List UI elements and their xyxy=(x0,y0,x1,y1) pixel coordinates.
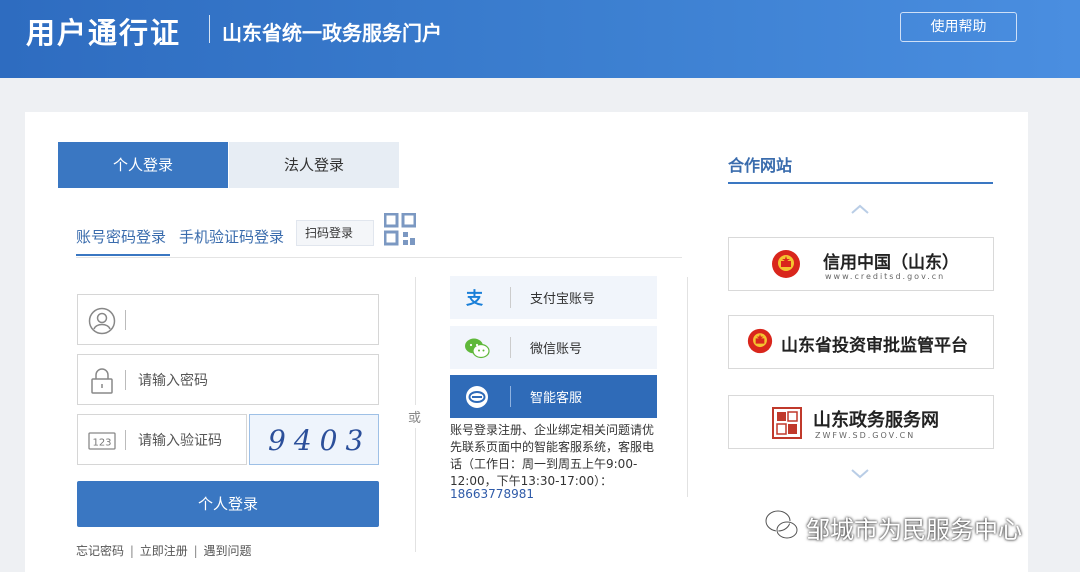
captcha-placeholder: 请输入验证码 xyxy=(138,433,222,449)
smart-service-button[interactable]: 智能客服 xyxy=(450,375,657,418)
field-divider xyxy=(125,430,126,450)
alt-divider xyxy=(510,337,511,358)
service-phone[interactable]: 18663778981 xyxy=(450,487,534,501)
partner-sd-gov-service[interactable]: 山东政务服务网 ZWFW.SD.GOV.CN xyxy=(728,395,994,449)
forgot-password-link[interactable]: 忘记密码 xyxy=(76,544,124,558)
register-link[interactable]: 立即注册 xyxy=(140,544,188,558)
tab-divider xyxy=(76,257,682,258)
field-divider xyxy=(125,370,126,390)
chevron-down-icon[interactable] xyxy=(849,467,871,481)
partner-divider-line xyxy=(687,277,688,497)
captcha-field[interactable]: 123 请输入验证码 xyxy=(77,414,247,465)
help-links: 忘记密码 | 立即注册 | 遇到问题 xyxy=(76,542,251,559)
wechat-watermark-icon xyxy=(764,509,799,540)
wechat-login-button[interactable]: 微信账号 xyxy=(450,326,657,369)
wechat-icon xyxy=(465,338,490,359)
partner-name: 山东政务服务网 xyxy=(813,410,939,431)
tab-personal-login[interactable]: 个人登录 xyxy=(58,142,228,188)
field-divider xyxy=(125,310,126,330)
smart-service-label: 智能客服 xyxy=(530,391,583,406)
alipay-label: 支付宝账号 xyxy=(530,292,596,307)
link-separator: | xyxy=(193,544,198,558)
partner-title-underline xyxy=(728,182,993,184)
partner-sites-title: 合作网站 xyxy=(728,156,793,175)
portal-subtitle: 山东省统一政务服务门户 xyxy=(222,21,442,45)
help-button[interactable]: 使用帮助 xyxy=(900,12,1017,42)
brand-divider xyxy=(209,15,210,43)
partner-name: 山东省投资审批监管平台 xyxy=(781,336,968,356)
partner-investment-platform[interactable]: 山东省投资审批监管平台 xyxy=(728,315,994,369)
customer-service-icon xyxy=(466,386,488,408)
user-icon xyxy=(88,307,116,335)
sd-gov-service-logo-icon xyxy=(772,407,802,439)
national-emblem-icon xyxy=(747,328,773,354)
tab-scan-login[interactable]: 扫码登录 xyxy=(296,220,374,246)
svg-text:123: 123 xyxy=(92,438,111,449)
username-field[interactable] xyxy=(77,294,379,345)
login-submit-button[interactable]: 个人登录 xyxy=(77,481,379,527)
tab-account-password[interactable]: 账号密码登录 xyxy=(76,226,166,247)
service-note: 账号登录注册、企业绑定相关问题请优先联系页面中的智能客服系统，客服电话（工作日：… xyxy=(450,423,655,488)
header-bar: 用户通行证 山东省统一政务服务门户 使用帮助 xyxy=(0,0,1080,78)
watermark-text: 邹城市为民服务中心 xyxy=(806,516,1022,544)
partner-url: www.creditsd.gov.cn xyxy=(825,272,946,281)
captcha-code: 9403 xyxy=(268,424,372,457)
qr-code-icon[interactable] xyxy=(384,213,416,247)
brand-title: 用户通行证 xyxy=(26,16,182,50)
tab-mobile-code[interactable]: 手机验证码登录 xyxy=(179,226,284,247)
problem-link[interactable]: 遇到问题 xyxy=(203,544,251,558)
wechat-label: 微信账号 xyxy=(530,342,583,357)
national-emblem-icon xyxy=(772,250,800,278)
alipay-icon: 支 xyxy=(466,288,484,309)
alt-divider xyxy=(510,287,511,308)
tab-corporate-login[interactable]: 法人登录 xyxy=(229,142,399,188)
alipay-login-button[interactable]: 支 支付宝账号 xyxy=(450,276,657,319)
or-label: 或 xyxy=(408,405,422,428)
alt-divider xyxy=(510,386,511,407)
link-separator: | xyxy=(129,544,134,558)
svg-text:支: 支 xyxy=(466,288,484,309)
captcha-123-icon: 123 xyxy=(88,432,116,450)
password-placeholder: 请输入密码 xyxy=(138,373,208,389)
password-field[interactable]: 请输入密码 xyxy=(77,354,379,405)
lock-icon xyxy=(91,368,113,394)
partner-url: ZWFW.SD.GOV.CN xyxy=(815,431,916,440)
partner-name: 信用中国（山东） xyxy=(823,253,959,273)
active-tab-indicator xyxy=(76,254,170,256)
chevron-up-icon[interactable] xyxy=(849,202,871,216)
partner-credit-china[interactable]: 信用中国（山东） www.creditsd.gov.cn xyxy=(728,237,994,291)
